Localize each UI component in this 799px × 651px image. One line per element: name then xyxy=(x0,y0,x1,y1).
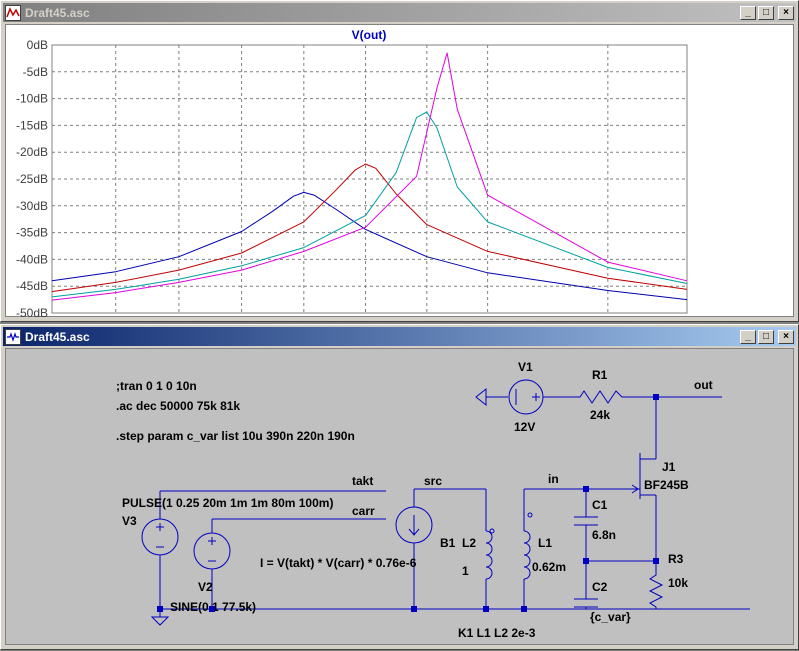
minimize-button[interactable]: _ xyxy=(740,5,756,20)
v3-value: PULSE(1 0.25 20m 1m 1m 80m 100m) xyxy=(122,496,333,510)
plot-window-titlebar[interactable]: Draft45.asc _ □ × xyxy=(3,3,796,22)
y-tick-label: -20dB xyxy=(16,145,48,159)
y-tick-label: -45dB xyxy=(16,279,48,293)
l2-name: L2 xyxy=(462,536,476,550)
y-tick-label: -30dB xyxy=(16,199,48,213)
takt-label: takt xyxy=(352,474,373,488)
plot-area[interactable]: V(out) 0dB -5dB -10dB -15dB -20dB -25dB -30dB -… xyxy=(6,25,795,332)
ground-symbol[interactable] xyxy=(150,616,170,626)
maximize-button[interactable]: □ xyxy=(758,5,774,20)
tran-directive[interactable]: ;tran 0 1 0 10n xyxy=(116,379,197,393)
l1-inductor[interactable] xyxy=(523,489,531,609)
r1-value: 24k xyxy=(590,408,610,422)
waveform-icon xyxy=(5,4,21,21)
c2-value: {c_var} xyxy=(590,610,631,624)
v2-source[interactable] xyxy=(193,519,231,609)
step-directive[interactable]: .step param c_var list 10u 390n 220n 190… xyxy=(116,429,355,443)
schematic-window-title: Draft45.asc xyxy=(25,329,90,344)
schematic-drawing[interactable]: ;tran 0 1 0 10n .ac dec 50000 75k 81k .s… xyxy=(6,349,795,646)
y-tick-label: -40dB xyxy=(16,252,48,266)
c1-value: 6.8n xyxy=(592,528,616,542)
maximize-button[interactable]: □ xyxy=(758,329,774,344)
y-tick-label: -35dB xyxy=(16,226,48,240)
y-tick-label: 0dB xyxy=(27,38,48,52)
plot-title: V(out) xyxy=(352,28,387,42)
b1-gnd-junction[interactable] xyxy=(411,606,417,612)
y-tick-label: -10dB xyxy=(16,92,48,106)
series-line-1 xyxy=(51,163,688,293)
schematic-canvas[interactable]: ;tran 0 1 0 10n .ac dec 50000 75k 81k .s… xyxy=(5,348,794,645)
plot-pane[interactable]: V(out) 0dB -5dB -10dB -15dB -20dB -25dB -30dB -… xyxy=(5,24,795,332)
schematic-window: Draft45.asc _ □ × ;tran 0 1 0 10n .ac de… xyxy=(0,324,799,650)
r3-name: R3 xyxy=(668,552,684,566)
y-tick-label: -50dB xyxy=(16,306,48,318)
out-label: out xyxy=(694,378,713,392)
y-tick-label: -25dB xyxy=(16,172,48,186)
v1-source[interactable] xyxy=(475,379,572,415)
l2-gnd-junction[interactable] xyxy=(483,606,489,612)
b1-current-source[interactable] xyxy=(395,489,433,609)
l1-phase-dot xyxy=(527,512,533,518)
series-line-3 xyxy=(51,52,688,301)
l2-phase-dot xyxy=(489,528,495,534)
close-button[interactable]: × xyxy=(778,329,794,344)
minimize-button[interactable]: _ xyxy=(740,329,756,344)
k1-coupling[interactable]: K1 L1 L2 2e-3 xyxy=(458,626,536,640)
ac-directive[interactable]: .ac dec 50000 75k 81k xyxy=(116,399,240,413)
schematic-window-titlebar[interactable]: Draft45.asc _ □ × xyxy=(3,327,796,346)
src-label: src xyxy=(424,474,442,488)
y-tick-label: -15dB xyxy=(16,118,48,132)
b1-name: B1 xyxy=(440,536,456,550)
l1-gnd-junction[interactable] xyxy=(521,606,527,612)
v3-gnd-junction[interactable] xyxy=(157,606,163,612)
close-button[interactable]: × xyxy=(778,5,794,20)
v1-name: V1 xyxy=(518,360,533,374)
v1-value: 12V xyxy=(514,420,535,434)
r1-name: R1 xyxy=(592,368,608,382)
b1-expression[interactable]: I = V(takt) * V(carr) * 0.76e-6 xyxy=(260,556,417,570)
series-line-2 xyxy=(51,111,688,298)
r1-resistor[interactable] xyxy=(572,390,656,404)
l2-value: 1 xyxy=(462,564,469,578)
j1-value: BF245B xyxy=(644,478,689,492)
j1-name: J1 xyxy=(662,460,676,474)
r3-resistor[interactable] xyxy=(648,561,664,609)
c1-name: C1 xyxy=(592,498,608,512)
r3-value: 10k xyxy=(668,576,688,590)
series-line-0 xyxy=(51,191,688,301)
plot-frame xyxy=(51,44,688,314)
in-label: in xyxy=(548,472,559,486)
v2-gnd-junction[interactable] xyxy=(209,606,215,612)
schematic-icon xyxy=(5,328,21,345)
c2-name: C2 xyxy=(592,580,608,594)
l1-value: 0.62m xyxy=(532,560,566,574)
l1-name: L1 xyxy=(538,536,552,550)
v2-name: V2 xyxy=(198,580,213,594)
y-tick-label: -5dB xyxy=(23,65,48,79)
plot-window-title: Draft45.asc xyxy=(25,5,90,20)
carr-label: carr xyxy=(352,504,375,518)
v3-name: V3 xyxy=(122,514,137,528)
plot-window: Draft45.asc _ □ × V(out) 0dB -5dB -10dB -15… xyxy=(0,0,799,332)
